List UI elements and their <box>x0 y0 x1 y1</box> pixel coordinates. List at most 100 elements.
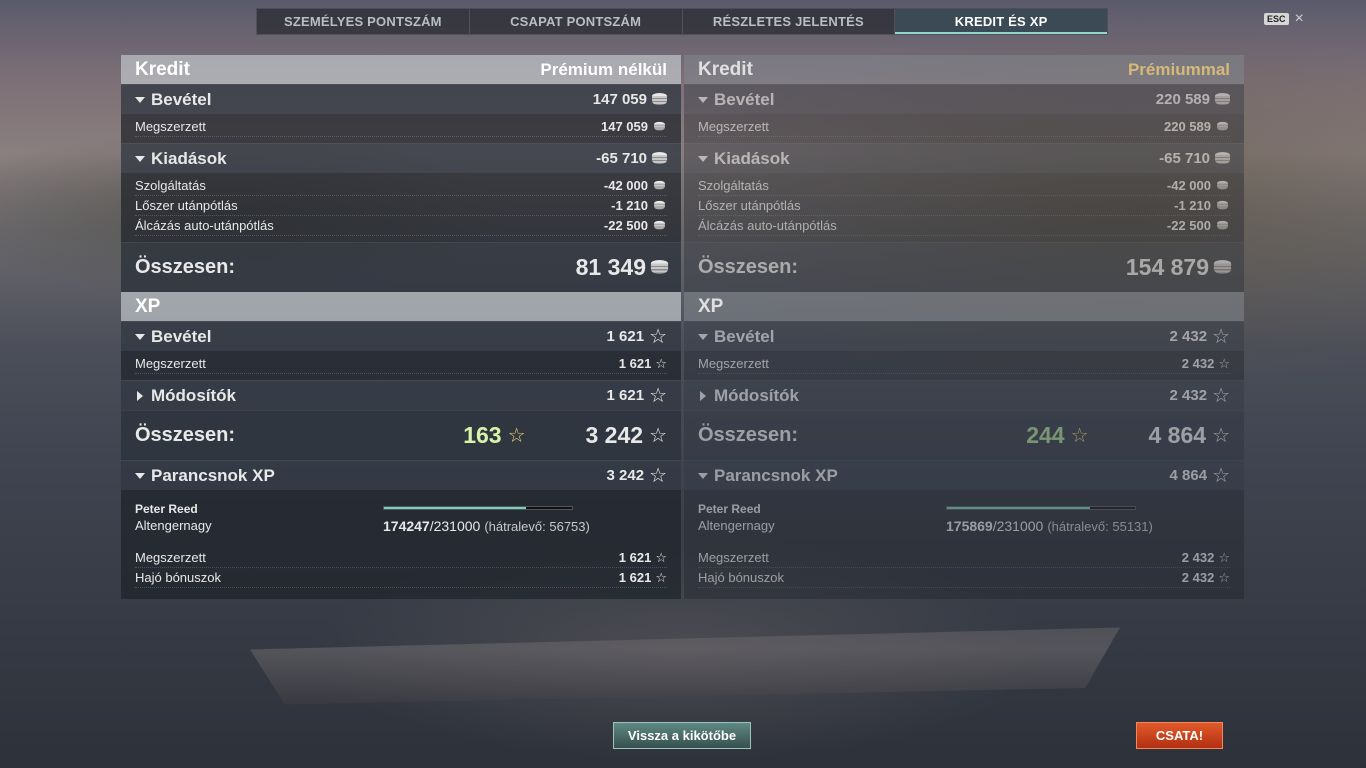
commander-xp-group[interactable]: Parancsnok XP 4 864 ☆ <box>684 460 1244 490</box>
ship-bonus-value: 2 432 <box>1181 570 1215 585</box>
xp-income-label: Bevétel <box>151 326 212 346</box>
xp-star-icon: ☆ <box>1218 570 1230 585</box>
credit-coin-icon <box>1215 152 1230 165</box>
credit-total-label: Összesen: <box>698 256 799 278</box>
xp-modifiers-group[interactable]: Módosítók 2 432 ☆ <box>684 380 1244 410</box>
xp-star-icon: ☆ <box>1212 325 1230 348</box>
commander-xp-progress: 174247/231000 (hátralevő: 56753) <box>383 518 590 534</box>
list-item: Lőszer utánpótlás -1 210 <box>135 196 667 216</box>
ammo-label: Lőszer utánpótlás <box>135 198 238 213</box>
xp-star-icon: ☆ <box>649 384 667 407</box>
tab-bar: SZEMÉLYES PONTSZÁM CSAPAT PONTSZÁM RÉSZL… <box>256 8 1108 35</box>
collapse-arrow-icon <box>698 96 708 103</box>
commander-xp-label: Parancsnok XP <box>714 465 838 485</box>
credit-title: Kredit <box>135 58 190 80</box>
value-text: /231000 <box>429 518 481 534</box>
expenses-label: Kiadások <box>714 148 790 168</box>
xp-income-group[interactable]: Bevétel 2 432 ☆ <box>684 321 1244 351</box>
expenses-value: -65 710 <box>596 150 647 167</box>
expenses-label: Kiadások <box>151 148 227 168</box>
list-item: Megszerzett 1 621 ☆ <box>135 354 667 374</box>
xp-star-icon: ☆ <box>649 464 667 487</box>
xp-income-group[interactable]: Bevétel 1 621 ☆ <box>121 321 681 351</box>
xp-title: XP <box>135 295 161 317</box>
modifiers-value: 1 621 <box>606 387 645 404</box>
expand-arrow-icon <box>700 390 706 401</box>
commander-xp-value: 3 242 <box>606 467 645 484</box>
collapse-arrow-icon <box>698 155 708 162</box>
list-item: Lőszer utánpótlás -1 210 <box>698 196 1230 216</box>
xp-earned-label: Megszerzett <box>135 356 206 371</box>
tab-credit-xp[interactable]: KREDIT ÉS XP <box>895 9 1107 34</box>
modifiers-value: 2 432 <box>1169 387 1208 404</box>
commander-card: Peter Reed Altengernagy 175869/231000 (há… <box>684 490 1244 599</box>
xp-earned-value: 2 432 <box>1181 356 1215 371</box>
xp-modifiers-group[interactable]: Módosítók 1 621 ☆ <box>121 380 681 410</box>
free-xp-star-icon: ☆ <box>1070 424 1089 447</box>
credit-expenses-group[interactable]: Kiadások -65 710 <box>121 143 681 173</box>
earned-value: 220 589 <box>1164 119 1211 134</box>
panel-with-premium: Kredit Prémiummal Bevétel 220 589 Megsze… <box>684 55 1244 599</box>
credit-expenses-group[interactable]: Kiadások -65 710 <box>684 143 1244 173</box>
collapse-arrow-icon <box>135 472 145 479</box>
premium-status-label: Prémium nélkül <box>540 59 667 79</box>
credit-income-group[interactable]: Bevétel 220 589 <box>684 84 1244 114</box>
credit-coin-icon <box>1217 200 1228 210</box>
tab-personal-score[interactable]: SZEMÉLYES PONTSZÁM <box>257 9 470 34</box>
modifiers-label: Módosítók <box>151 385 236 405</box>
commander-progress-bar <box>383 506 573 510</box>
xp-star-icon: ☆ <box>1212 464 1230 487</box>
list-item: Szolgáltatás -42 000 <box>698 176 1230 196</box>
modifiers-label: Módosítók <box>714 385 799 405</box>
commander-progress-fill <box>384 507 526 509</box>
expenses-value: -65 710 <box>1159 150 1210 167</box>
tab-detailed-report[interactable]: RÉSZLETES JELENTÉS <box>683 9 896 34</box>
background-ship <box>250 627 1120 705</box>
service-value: -42 000 <box>1166 178 1211 193</box>
commander-progress-fill <box>947 507 1091 509</box>
list-item: Hajó bónuszok 2 432 ☆ <box>698 568 1230 588</box>
credit-total-row: Összesen: 81 349 <box>121 242 681 292</box>
credit-title: Kredit <box>698 58 753 80</box>
list-item: Megszerzett 1 621 ☆ <box>135 548 667 568</box>
credit-coin-icon <box>1213 260 1232 275</box>
xp-earned-label: Megszerzett <box>698 356 769 371</box>
value-text: 174247 <box>383 518 430 534</box>
premium-status-label: Prémiummal <box>1127 59 1230 79</box>
collapse-arrow-icon <box>135 333 145 340</box>
commander-card: Peter Reed Altengernagy 174247/231000 (há… <box>121 490 681 599</box>
collapse-arrow-icon <box>135 96 145 103</box>
xp-income-value: 2 432 <box>1169 328 1208 345</box>
tab-team-score[interactable]: CSAPAT PONTSZÁM <box>470 9 683 34</box>
credit-coin-icon <box>652 93 667 106</box>
value-text: 175869 <box>946 518 993 534</box>
credit-coin-icon <box>652 152 667 165</box>
xp-star-icon: ☆ <box>1212 384 1230 407</box>
list-item: Megszerzett 147 059 <box>135 117 667 137</box>
value-text: (hátralevő: 56753) <box>484 519 590 534</box>
battle-button[interactable]: CSATA! <box>1136 722 1223 749</box>
camo-value: -22 500 <box>603 218 648 233</box>
credit-coin-icon <box>1217 220 1228 230</box>
xp-income-value: 1 621 <box>606 328 645 345</box>
back-to-port-button[interactable]: Vissza a kikötőbe <box>613 722 751 749</box>
xp-total-label: Összesen: <box>698 424 799 446</box>
xp-total-row: Összesen: 244 ☆ 4 864 ☆ <box>684 410 1244 460</box>
credit-header: Kredit Prémium nélkül <box>121 55 681 84</box>
credit-income-group[interactable]: Bevétel 147 059 <box>121 84 681 114</box>
list-item: Álcázás auto-utánpótlás -22 500 <box>135 216 667 236</box>
xp-total-value: 4 864 <box>1148 422 1207 448</box>
close-button[interactable]: ESC × <box>1264 11 1304 27</box>
credit-coin-icon <box>1217 180 1228 190</box>
collapse-arrow-icon <box>135 155 145 162</box>
credit-total-row: Összesen: 154 879 <box>684 242 1244 292</box>
xp-total-row: Összesen: 163 ☆ 3 242 ☆ <box>121 410 681 460</box>
service-label: Szolgáltatás <box>698 178 769 193</box>
cmd-earned-value: 1 621 <box>618 550 652 565</box>
cmd-earned-label: Megszerzett <box>135 550 206 565</box>
commander-xp-group[interactable]: Parancsnok XP 3 242 ☆ <box>121 460 681 490</box>
ammo-label: Lőszer utánpótlás <box>698 198 801 213</box>
commander-xp-progress: 175869/231000 (hátralevő: 55131) <box>946 518 1153 534</box>
xp-star-icon: ☆ <box>649 424 667 447</box>
ship-bonus-label: Hajó bónuszok <box>135 570 221 585</box>
